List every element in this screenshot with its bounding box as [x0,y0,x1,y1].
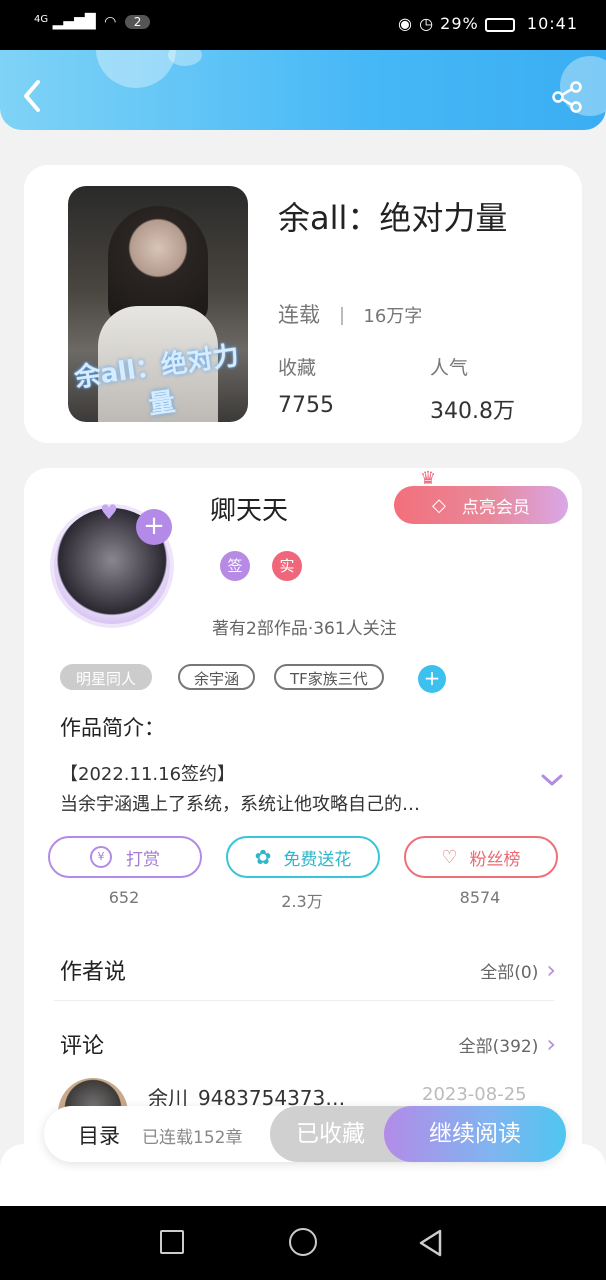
signed-badge: 签 [220,551,250,581]
catalog-label: 目录 [78,1124,120,1148]
back-button[interactable] [18,78,48,114]
user-heart-icon: ♡ [441,846,458,868]
system-nav-bar [0,1206,606,1280]
chevron-right-icon: › [546,956,556,984]
follow-button[interactable]: + [136,509,172,545]
chapter-count: 已连载152章 [142,1127,243,1148]
diamond-icon: ◇ [432,494,446,516]
book-info-card: 余all：绝对力量 余all：绝对力量 连载 16万字 收藏 7755 人气 3… [24,165,582,443]
tip-count: 652 [108,888,140,907]
share-icon [552,81,582,113]
word-count: 16万字 [363,306,423,327]
top-header [0,50,606,130]
expand-intro-button[interactable] [538,768,566,792]
fan-count: 8574 [459,888,501,907]
favorites-label: 收藏 [278,357,317,379]
author-says-all: 全部(0) [480,962,539,983]
author-name[interactable]: 卿天天 [210,490,288,527]
divider [340,307,343,325]
status-right: ◉ ◷ 29% 10:41 [398,14,578,33]
catalog-button[interactable]: 目录 已连载152章 [78,1120,242,1150]
tag-star-fanfic[interactable]: 明星同人 [60,664,153,690]
book-title: 余all：绝对力量 [278,199,508,237]
chevron-right-icon: › [546,1030,556,1058]
clock: 10:41 [526,14,578,33]
status-bar: 4G ▂▄▆█ ◠ 2 ◉ ◷ 29% 10:41 [0,0,606,50]
battery-icon [484,17,515,32]
chevron-left-icon [24,80,40,112]
comments-link[interactable]: 全部(392) › [459,1030,556,1058]
comment-date: 2023-08-25 [422,1084,527,1105]
avatar-heart-icon: ♥ [100,500,118,524]
collected-label: 已收藏 [296,1121,365,1147]
popularity-value: 340.8万 [430,399,515,424]
eye-icon: ◉ [398,14,413,33]
sim-badge: 2 [124,15,151,29]
plus-icon: + [423,666,441,690]
wifi-icon: ◠ [104,14,117,30]
favorites-value: 7755 [278,393,334,418]
intro-line-2: 当余宇涵遇上了系统，系统让他攻略自己的… [60,794,420,815]
continue-reading-button[interactable]: 继续阅读 [384,1106,566,1162]
tag-tf-family[interactable]: TF家族三代 [274,664,384,690]
vip-label: 点亮会员 [461,497,530,518]
popularity-label: 人气 [430,357,469,379]
signal-icon: ▂▄▆█ [52,14,96,30]
send-flower-label: 免费送花 [283,849,352,870]
recents-button[interactable] [160,1230,184,1254]
add-tag-button[interactable]: + [418,665,446,693]
intro-line-1: 【2022.11.16签约】 [60,764,236,785]
comments-heading: 评论 [60,1034,105,1059]
flower-count: 2.3万 [281,892,323,911]
decor-bubble [96,50,176,88]
divider [54,1000,554,1001]
fan-rank-label: 粉丝榜 [469,849,521,870]
book-cover[interactable]: 余all：绝对力量 [68,186,248,422]
home-button[interactable] [289,1228,317,1256]
triangle-back-icon [419,1229,442,1257]
send-flower-button[interactable]: ✿ 免费送花 [226,836,380,878]
author-says-heading: 作者说 [60,960,127,985]
flower-icon: ✿ [254,845,272,869]
fan-rank-button[interactable]: ♡ 粉丝榜 [404,836,558,878]
status-left: 4G ▂▄▆█ ◠ 2 [34,14,151,30]
cover-title-text: 余all：绝对力量 [72,340,241,421]
tip-label: 打赏 [126,849,160,870]
chevron-down-icon [541,774,563,786]
yen-coin-icon: ¥ [90,846,112,868]
alarm-icon: ◷ [419,14,435,33]
bottom-action-bar: 目录 已连载152章 已收藏 继续阅读 [44,1106,566,1162]
verified-badge: 实 [272,551,302,581]
battery-percent: 29% [440,14,479,33]
comments-all: 全部(392) [458,1036,539,1057]
tip-button[interactable]: ¥ 打赏 [48,836,202,878]
plus-icon: + [143,511,165,541]
vip-button[interactable]: ◇ 点亮会员 [394,486,568,524]
share-button[interactable] [550,80,584,114]
author-stats: 著有2部作品·361人关注 [212,619,397,639]
author-says-link[interactable]: 全部(0) › [480,956,556,984]
network-label: 4G [34,14,49,25]
system-back-button[interactable] [418,1228,444,1258]
continue-reading-label: 继续阅读 [429,1121,521,1147]
book-meta: 连载 16万字 [278,299,422,329]
serial-status: 连载 [278,303,320,327]
tag-yu-yuhan[interactable]: 余宇涵 [178,664,256,690]
intro-heading: 作品简介： [60,716,165,740]
